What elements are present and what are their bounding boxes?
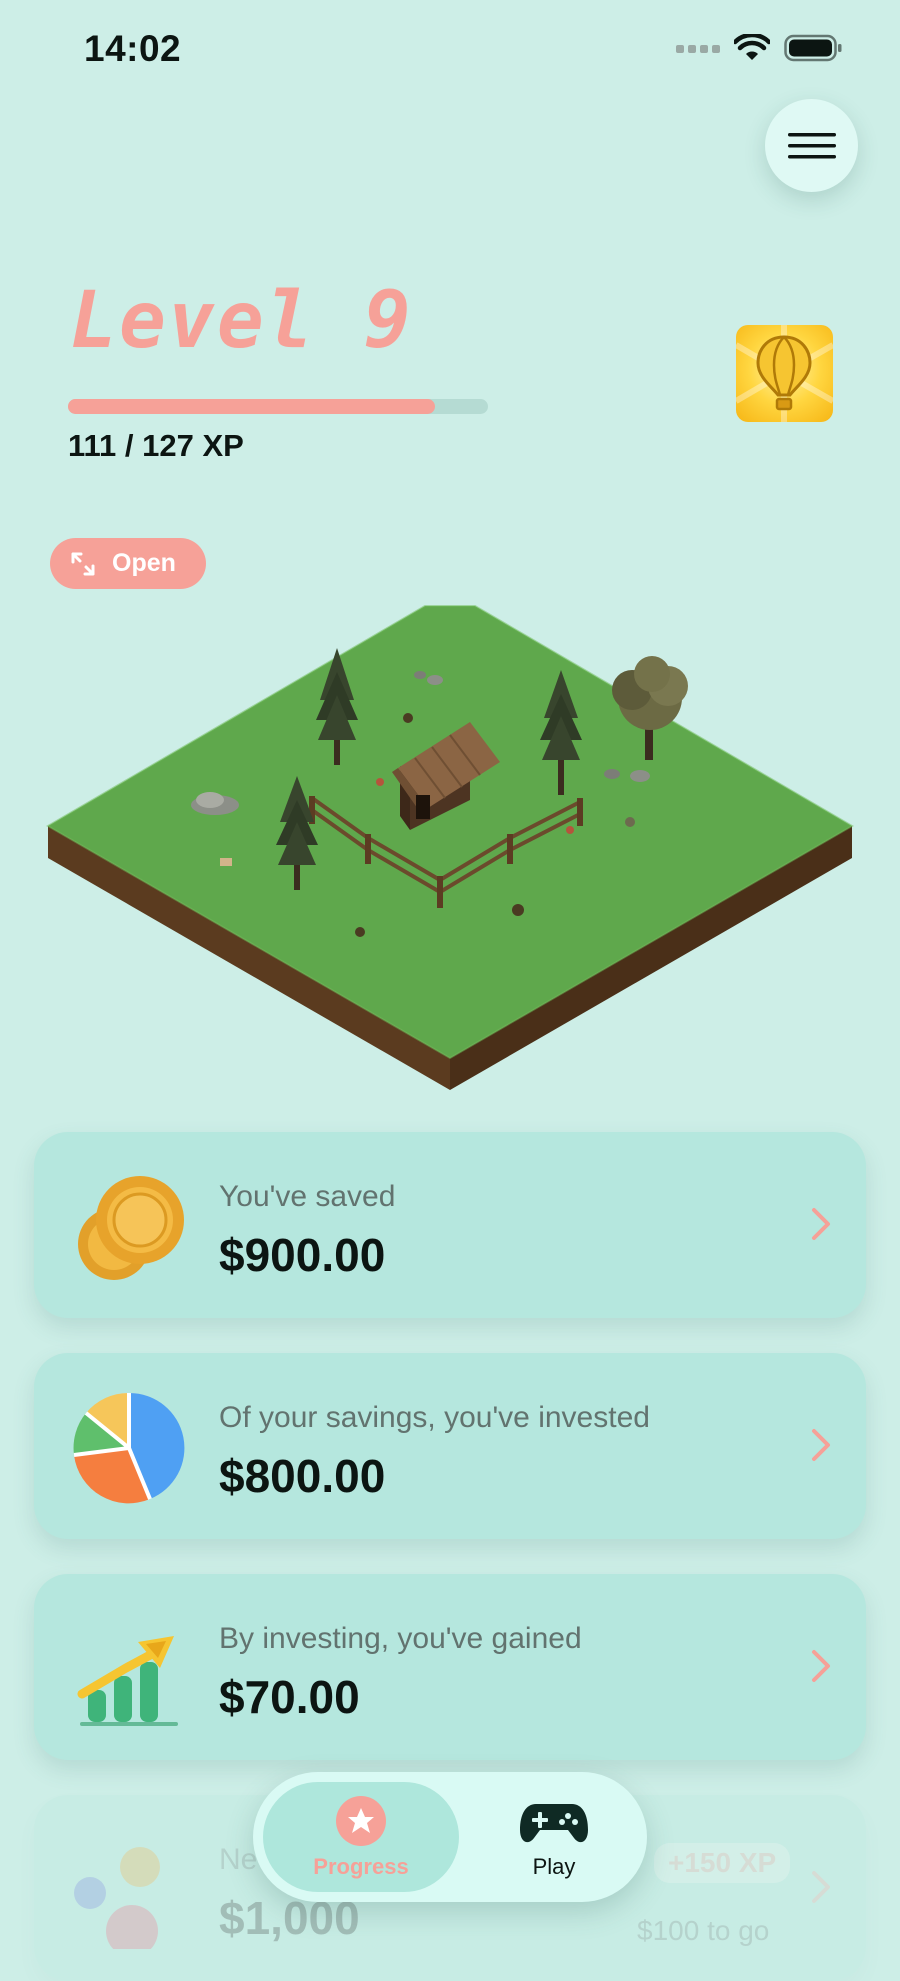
xp-text: 111 / 127 XP	[68, 428, 244, 463]
open-scene-button[interactable]: Open	[50, 538, 206, 589]
card-label: By investing, you've gained	[219, 1622, 582, 1655]
star-icon	[336, 1796, 386, 1846]
battery-icon	[784, 34, 842, 62]
invested-card[interactable]: Of your savings, you've invested $800.00	[34, 1353, 866, 1539]
status-bar: 14:02	[0, 0, 900, 100]
flowers-icon	[74, 1847, 160, 1949]
amount-to-go: $100 to go	[637, 1915, 770, 1946]
hot-air-balloon-icon	[736, 325, 833, 422]
pie-chart-icon	[73, 1392, 185, 1504]
card-value: $800.00	[219, 1450, 386, 1502]
level-badge[interactable]	[736, 325, 833, 422]
card-label: Of your savings, you've invested	[219, 1401, 650, 1434]
chevron-right-icon	[812, 1650, 830, 1682]
card-value: $70.00	[219, 1671, 360, 1723]
chevron-right-icon	[812, 1871, 830, 1903]
wifi-icon	[734, 34, 770, 60]
card-label: Ne	[219, 1843, 258, 1876]
status-icons	[676, 34, 842, 62]
card-value: $900.00	[219, 1229, 386, 1281]
signal-icon	[676, 45, 720, 53]
card-label: You've saved	[219, 1180, 396, 1213]
xp-progress-fill	[68, 399, 436, 414]
menu-button[interactable]	[765, 99, 858, 192]
xp-reward-badge: +150 XP	[654, 1843, 791, 1883]
coins-icon	[78, 1176, 184, 1280]
tab-progress[interactable]: Progress	[263, 1782, 459, 1892]
chevron-right-icon	[812, 1429, 830, 1461]
hamburger-menu-icon	[787, 132, 836, 158]
tab-play[interactable]: Play	[471, 1782, 637, 1892]
chevron-right-icon	[812, 1208, 830, 1240]
status-time: 14:02	[84, 28, 182, 69]
gained-card[interactable]: By investing, you've gained $70.00	[34, 1574, 866, 1760]
saved-card[interactable]: You've saved $900.00	[34, 1132, 866, 1318]
tab-play-label: Play	[532, 1854, 576, 1879]
open-button-label: Open	[112, 549, 176, 577]
growth-chart-icon	[77, 1636, 178, 1726]
farm-scene[interactable]	[0, 590, 900, 1110]
expand-arrows-icon	[71, 552, 95, 575]
tab-progress-label: Progress	[313, 1854, 409, 1879]
xp-progress-bar	[68, 399, 488, 414]
level-title: Level 9	[70, 276, 413, 366]
farm-scene-illustration	[46, 605, 854, 1090]
bottom-nav: Progress Play	[253, 1772, 647, 1902]
gamepad-icon	[520, 1804, 588, 1843]
